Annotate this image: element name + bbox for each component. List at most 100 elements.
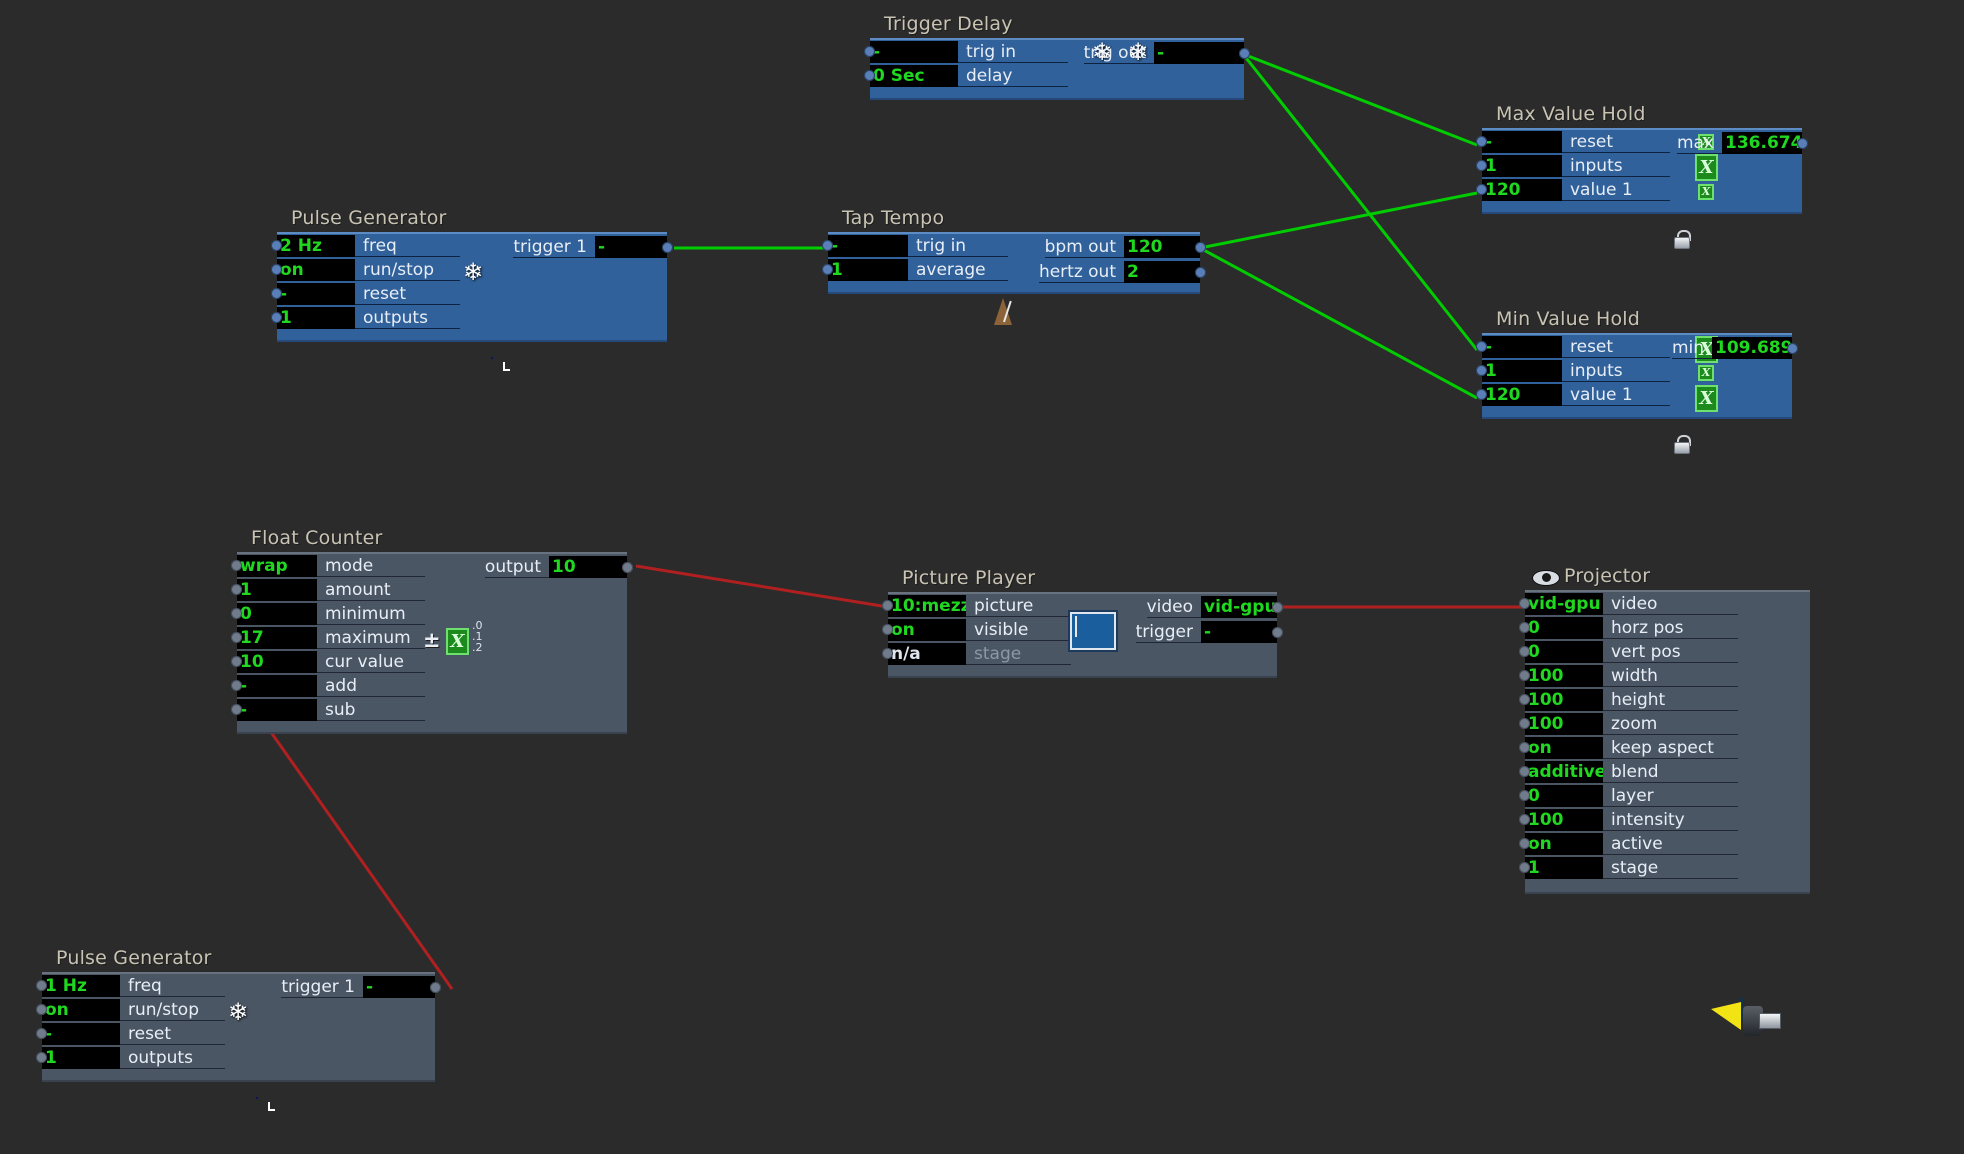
input-port[interactable] [822, 240, 833, 251]
input-port[interactable] [1519, 814, 1530, 825]
input-value[interactable]: 1 [1482, 360, 1562, 382]
input-row-delay[interactable]: 0 Sec delay [864, 64, 1090, 88]
input-port[interactable] [864, 70, 875, 81]
input-port[interactable] [271, 264, 282, 275]
node-body[interactable]: - reset 1 inputs 120 value 1 X X X max 1… [1476, 128, 1808, 249]
input-row-layer[interactable]: 0 layer [1519, 784, 1750, 808]
input-value[interactable]: on [1525, 833, 1603, 855]
output-port[interactable] [1195, 267, 1206, 278]
input-value[interactable]: - [1482, 336, 1562, 358]
input-port[interactable] [231, 704, 242, 715]
output-value[interactable]: - [1201, 621, 1277, 643]
input-row-blend[interactable]: additive blend [1519, 760, 1750, 784]
input-value[interactable]: 100 [1525, 809, 1603, 831]
input-row-stage[interactable]: 1 stage [1519, 856, 1750, 880]
output-value[interactable]: - [1154, 42, 1244, 64]
input-value[interactable]: 0 [1525, 641, 1603, 663]
node-trigger-delay[interactable]: Trigger Delay - trig in 0 Sec delay ❄ ❄ … [864, 13, 1250, 100]
input-port[interactable] [1519, 598, 1530, 609]
input-port[interactable] [231, 560, 242, 571]
node-tap-tempo[interactable]: Tap Tempo - trig in 1 average bpm out 12… [822, 207, 1206, 325]
input-row-run-stop[interactable]: on run/stop [36, 998, 242, 1022]
output-value[interactable]: 120 [1124, 236, 1200, 258]
output-row-video[interactable]: video vid-gpu [1117, 596, 1283, 618]
input-port[interactable] [231, 584, 242, 595]
output-value[interactable]: 136.674 [1722, 132, 1802, 154]
input-port[interactable] [36, 1052, 47, 1063]
input-value[interactable]: 100 [1525, 665, 1603, 687]
input-value[interactable]: 2 Hz [277, 235, 355, 257]
node-max-value-hold[interactable]: Max Value Hold - reset 1 inputs 120 valu… [1476, 103, 1808, 249]
output-port[interactable] [1272, 602, 1283, 613]
input-row-visible[interactable]: on visible [882, 618, 1088, 642]
x-icon[interactable]: X [1698, 365, 1714, 381]
precision-digit-2[interactable]: .2 [472, 641, 483, 654]
input-row-average[interactable]: 1 average [822, 258, 1028, 282]
input-row-sub[interactable]: - sub [231, 698, 437, 722]
input-port[interactable] [822, 264, 833, 275]
output-port[interactable] [1787, 343, 1798, 354]
input-row-outputs[interactable]: 1 outputs [271, 306, 477, 330]
input-port[interactable] [1476, 160, 1487, 171]
input-port[interactable] [1519, 838, 1530, 849]
eye-icon[interactable] [1533, 571, 1559, 585]
output-port[interactable] [1797, 138, 1808, 149]
input-value[interactable]: 120 [1482, 179, 1562, 201]
x-icon[interactable]: X [446, 628, 469, 655]
input-port[interactable] [231, 656, 242, 667]
input-row-reset[interactable]: - reset [271, 282, 477, 306]
node-body[interactable]: 10:mezz picture on visible n/a stage vid… [882, 592, 1283, 678]
input-row-value-1[interactable]: 120 value 1 [1476, 383, 1672, 407]
input-row-reset[interactable]: - reset [1476, 335, 1672, 359]
node-body[interactable]: - trig in 1 average bpm out 120 hertz ou… [822, 232, 1206, 325]
input-value[interactable]: 1 [277, 307, 355, 329]
input-row-value-1[interactable]: 120 value 1 [1476, 178, 1672, 202]
input-port[interactable] [36, 1004, 47, 1015]
output-value[interactable]: - [595, 236, 667, 258]
input-port[interactable] [231, 632, 242, 643]
input-port[interactable] [1476, 389, 1487, 400]
input-value[interactable]: - [870, 41, 958, 63]
output-row-output[interactable]: output 10 [467, 556, 633, 578]
snowflake-icon[interactable]: ❄ [463, 260, 483, 284]
input-value[interactable]: vid-gpu [1525, 593, 1603, 615]
input-port[interactable] [1519, 718, 1530, 729]
input-value[interactable]: 0 Sec [870, 65, 958, 87]
input-value[interactable]: 0 [1525, 785, 1603, 807]
input-port[interactable] [1519, 670, 1530, 681]
input-value[interactable]: on [277, 259, 355, 281]
input-value[interactable]: - [277, 283, 355, 305]
precision-digits[interactable]: .0 .1 .2 [472, 620, 483, 653]
output-port[interactable] [430, 982, 441, 993]
input-row-horz-pos[interactable]: 0 horz pos [1519, 616, 1750, 640]
input-row-video[interactable]: vid-gpu video [1519, 592, 1750, 616]
input-port[interactable] [864, 46, 875, 57]
node-float-counter[interactable]: Float Counter wrap mode 1 amount 0 minim… [231, 527, 633, 734]
input-port[interactable] [271, 288, 282, 299]
input-row-stage[interactable]: n/a stage [882, 642, 1088, 666]
input-row-run-stop[interactable]: on run/stop [271, 258, 477, 282]
input-value[interactable]: 1 [1482, 155, 1562, 177]
input-port[interactable] [231, 608, 242, 619]
input-port[interactable] [1476, 365, 1487, 376]
input-row-amount[interactable]: 1 amount [231, 578, 437, 602]
picture-thumbnail-icon[interactable] [1070, 612, 1116, 650]
input-port[interactable] [1476, 136, 1487, 147]
input-value[interactable]: 1 [42, 1047, 120, 1069]
input-port[interactable] [271, 240, 282, 251]
node-pulse-generator-top[interactable]: Pulse Generator 2 Hz freq on run/stop - … [271, 207, 673, 342]
output-port[interactable] [1239, 48, 1250, 59]
node-body[interactable]: - trig in 0 Sec delay ❄ ❄ trig out - [864, 38, 1250, 100]
input-row-freq[interactable]: 1 Hz freq [36, 974, 242, 998]
input-port[interactable] [1476, 341, 1487, 352]
output-row-trigger-1[interactable]: trigger 1 - [497, 236, 673, 258]
x-icon[interactable]: X [1695, 154, 1718, 181]
output-value[interactable]: vid-gpu [1201, 596, 1277, 618]
input-value[interactable]: 1 [237, 579, 317, 601]
output-value[interactable]: 10 [549, 556, 627, 578]
input-value[interactable]: 1 [828, 259, 908, 281]
output-value[interactable]: 109.689 [1712, 337, 1792, 359]
input-port[interactable] [231, 680, 242, 691]
output-value[interactable]: 2 [1124, 261, 1200, 283]
input-row-inputs[interactable]: 1 inputs [1476, 154, 1672, 178]
